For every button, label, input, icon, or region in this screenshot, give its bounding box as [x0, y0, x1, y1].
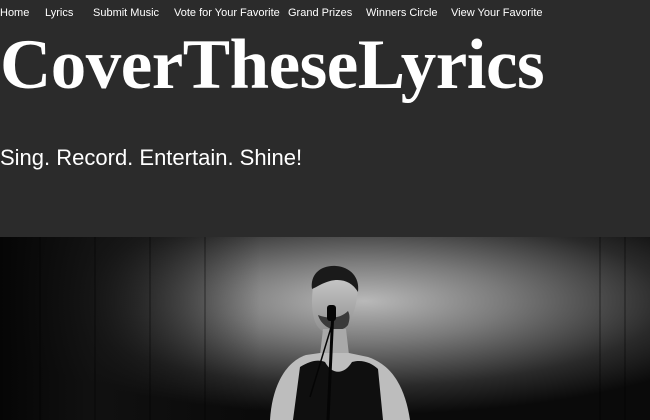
nav-item-submit-music[interactable]: Submit Music	[93, 7, 159, 20]
nav-item-grand-prizes[interactable]: Grand Prizes	[288, 7, 352, 20]
site-tagline: Sing. Record. Entertain. Shine!	[0, 145, 303, 170]
nav-item-lyrics[interactable]: Lyrics	[45, 7, 73, 20]
hero-image	[0, 237, 650, 420]
nav-item-winners-circle[interactable]: Winners Circle	[366, 7, 438, 20]
singer-photo	[0, 237, 650, 420]
top-navigation: Home Lyrics Submit Music Vote for Your F…	[0, 0, 650, 27]
site-title[interactable]: CoverTheseLyrics	[0, 27, 545, 103]
nav-item-view-your-favorite[interactable]: View Your Favorite	[451, 7, 543, 20]
nav-item-vote-for-your-favorite[interactable]: Vote for Your Favorite	[174, 7, 280, 20]
nav-item-home[interactable]: Home	[0, 7, 29, 20]
